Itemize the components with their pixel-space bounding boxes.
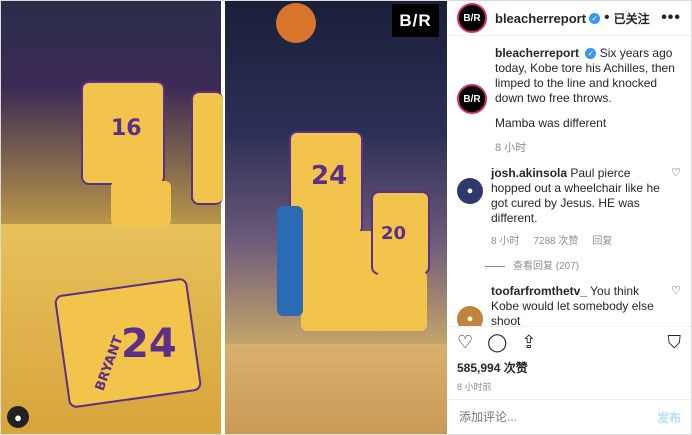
post-header: B/R bleacherreport ✓ • 已关注 ••• [447,1,691,36]
jersey-number: 20 [381,223,407,244]
reply-button[interactable]: 回复 [592,234,612,249]
jersey-number: 24 [121,321,177,367]
separator-dot: • [604,9,610,26]
action-bar: ♡ ◯ ⇪ ⛉ [447,326,691,357]
comments-section[interactable]: B/R bleacherreport ✓ Six years ago today… [447,36,691,326]
comment-likes[interactable]: 7288 次赞 [533,234,578,249]
teammate-jersey [191,91,223,205]
verified-badge-icon: ✓ [589,12,601,24]
photo-divider [221,1,225,434]
caption-avatar[interactable]: B/R [457,84,487,114]
basketball [276,3,316,43]
post-comment-button[interactable]: 发布 [657,409,681,426]
author-avatar[interactable]: B/R [457,3,487,33]
comment-username[interactable]: toofarfromthetv_ [491,284,587,298]
caption-text-2: Mamba was different [495,116,607,130]
teammate-shorts [377,271,427,331]
court-floor-right [225,344,447,434]
comment-bubble-icon[interactable]: ◯ [487,332,507,353]
likes-count[interactable]: 585,994 次赞 [447,357,691,378]
comment-item: ● toofarfromthetv_ You think Kobe would … [457,284,681,326]
author-username[interactable]: bleacherreport [495,11,586,26]
jersey-number: 24 [311,161,348,191]
commenter-avatar[interactable]: ● [457,178,483,204]
replies-line [485,266,505,267]
like-heart-icon[interactable]: ♡ [457,332,473,353]
more-options-icon[interactable]: ••• [661,9,681,27]
view-replies[interactable]: 查看回复 (207) [485,259,681,274]
opponent-jersey [277,206,303,316]
add-comment-bar: 发布 [447,399,691,434]
comment-like-icon[interactable]: ♡ [671,166,681,249]
jersey-number: 16 [111,116,142,141]
post-media[interactable]: 16 24 BRYANT 24 20 B/R ● [1,1,447,434]
commenter-avatar[interactable]: ● [457,306,483,326]
post-date: 8 小时前 [457,382,492,392]
comment-username[interactable]: josh.akinsola [491,166,567,180]
caption-username[interactable]: bleacherreport [495,46,579,60]
bookmark-icon[interactable]: ⛉ [668,332,682,353]
user-tag-icon[interactable]: ● [7,406,29,428]
caption: B/R bleacherreport ✓ Six years ago today… [457,46,681,156]
player-standing-shorts [111,181,171,226]
comment-input[interactable] [457,409,657,425]
comment-time: 8 小时 [491,236,520,247]
comment-item: ● josh.akinsola Paul pierce hopped out a… [457,166,681,249]
view-replies-label[interactable]: 查看回复 (207) [513,259,579,274]
bleacher-report-logo: B/R [392,4,439,37]
comment-like-icon[interactable]: ♡ [671,284,681,326]
caption-time: 8 小时 [495,142,527,154]
post-sidebar: B/R bleacherreport ✓ • 已关注 ••• B/R bleac… [447,1,691,434]
share-icon[interactable]: ⇪ [521,332,536,353]
following-button[interactable]: 已关注 [614,10,650,27]
instagram-post: 16 24 BRYANT 24 20 B/R ● B/R bleacherrep… [0,0,692,435]
verified-badge-icon: ✓ [585,48,597,60]
